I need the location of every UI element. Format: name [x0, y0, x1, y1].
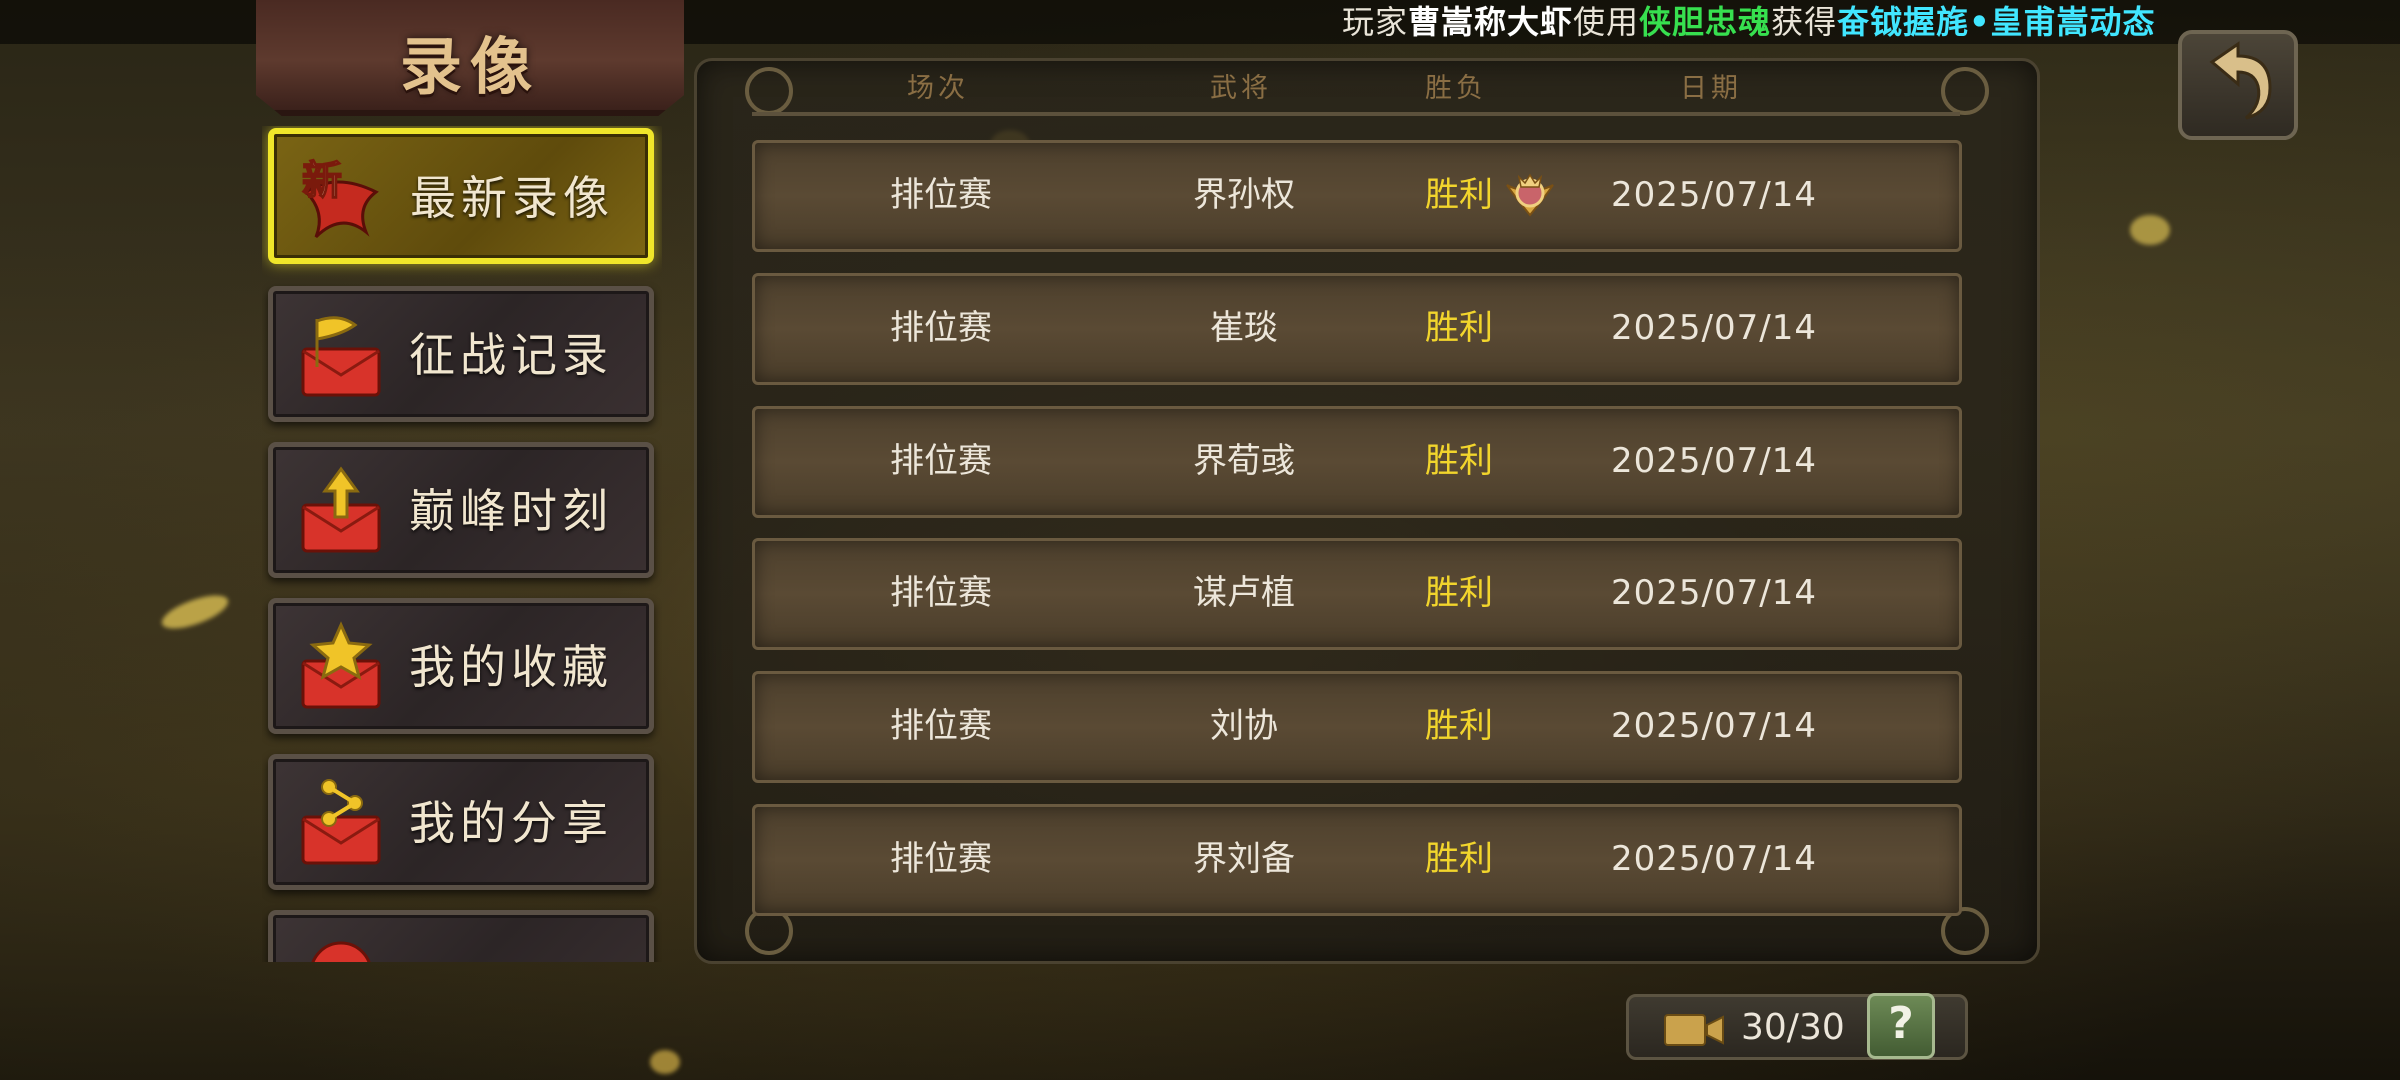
replay-storage-counter: 30/30 ?	[1626, 993, 1968, 1060]
sidebar-item-peak-moments[interactable]: 巅峰时刻	[268, 442, 654, 578]
general-name: 界孙权	[1193, 175, 1295, 215]
table-row[interactable]: 排位赛 谋卢植 胜利 2025/07/14	[752, 538, 1962, 650]
ticker-player-name: 曹嵩称大虾	[1408, 3, 1574, 41]
new-ribbon-icon: 新	[301, 156, 379, 239]
general-name: 谋卢植	[1193, 573, 1295, 613]
sidebar: 新 最新录像 征战记录 巅峰时刻 我的收藏 我的分享	[262, 126, 662, 962]
column-header-result: 胜负	[1425, 73, 1487, 104]
match-result: 胜利	[1425, 441, 1493, 481]
medal-icon	[1506, 173, 1554, 217]
match-date: 2025/07/14	[1611, 706, 1817, 746]
general-name: 界荀彧	[1193, 441, 1295, 481]
table-row[interactable]: 排位赛 崔琰 胜利 2025/07/14	[752, 273, 1962, 385]
sidebar-item-battle-records[interactable]: 征战记录	[268, 286, 654, 422]
table-row[interactable]: 排位赛 刘协 胜利 2025/07/14	[752, 671, 1962, 783]
background-spark	[158, 588, 232, 636]
table-row[interactable]: 排位赛 界刘备 胜利 2025/07/14	[752, 804, 1962, 916]
help-button[interactable]: ?	[1867, 993, 1935, 1059]
match-mode: 排位赛	[890, 839, 992, 879]
match-result: 胜利	[1425, 706, 1493, 746]
column-header-date: 日期	[1680, 73, 1742, 104]
match-mode: 排位赛	[890, 441, 992, 481]
table-header: 场次 武将 胜负 日期	[0, 66, 2400, 106]
sidebar-item-label: 我的分享	[409, 796, 613, 850]
general-name: 崔琰	[1210, 308, 1278, 348]
match-mode: 排位赛	[890, 308, 992, 348]
match-mode: 排位赛	[890, 706, 992, 746]
envelope-share-icon	[301, 779, 381, 865]
sidebar-item-label: 征战记录	[409, 328, 613, 382]
sidebar-item-label: 我的收藏	[409, 640, 613, 694]
background-spark	[2130, 215, 2170, 245]
match-date: 2025/07/14	[1611, 441, 1817, 481]
general-name: 刘协	[1210, 706, 1278, 746]
ticker-reward-name: 奋钺握旄•皇甫嵩动态	[1837, 3, 2156, 41]
ticker-verb: 使用	[1573, 3, 1640, 41]
sidebar-item-latest-replays[interactable]: 新 最新录像	[268, 128, 654, 264]
background-spark	[650, 1050, 680, 1074]
match-result: 胜利	[1425, 175, 1493, 215]
envelope-star-icon	[301, 621, 381, 709]
ticker-text: 玩家曹嵩称大虾使用侠胆忠魂获得奋钺握旄•皇甫嵩动态	[1342, 4, 2156, 40]
general-name: 界刘备	[1193, 839, 1295, 879]
ticker-item-name: 侠胆忠魂	[1639, 3, 1772, 41]
new-badge-text: 新	[302, 157, 342, 204]
sidebar-item-label: 巅峰时刻	[409, 484, 613, 538]
sidebar-item-label: 最新录像	[410, 171, 614, 225]
sidebar-item-partial[interactable]	[268, 910, 654, 962]
match-result: 胜利	[1425, 839, 1493, 879]
envelope-arrow-icon	[301, 466, 381, 553]
column-header-match: 场次	[907, 73, 969, 104]
match-date: 2025/07/14	[1611, 573, 1817, 613]
sidebar-item-my-favorites[interactable]: 我的收藏	[268, 598, 654, 734]
match-date: 2025/07/14	[1611, 175, 1817, 215]
sidebar-item-my-shares[interactable]: 我的分享	[268, 754, 654, 890]
match-date: 2025/07/14	[1611, 839, 1817, 879]
column-header-general: 武将	[1210, 73, 1272, 104]
envelope-flag-icon	[301, 316, 381, 397]
ticker-verb-obtain: 获得	[1771, 3, 1838, 41]
match-mode: 排位赛	[890, 573, 992, 613]
video-camera-icon	[1664, 1014, 1724, 1046]
match-result: 胜利	[1425, 308, 1493, 348]
ticker-prefix: 玩家	[1342, 3, 1409, 41]
match-mode: 排位赛	[890, 175, 992, 215]
table-row[interactable]: 排位赛 界孙权 胜利 2025/07/14	[752, 140, 1962, 252]
match-result: 胜利	[1425, 573, 1493, 613]
envelope-icon	[311, 941, 371, 962]
table-row[interactable]: 排位赛 界荀彧 胜利 2025/07/14	[752, 406, 1962, 518]
header-divider	[752, 112, 1960, 116]
match-date: 2025/07/14	[1611, 308, 1817, 348]
replay-count: 30/30	[1741, 1007, 1845, 1048]
